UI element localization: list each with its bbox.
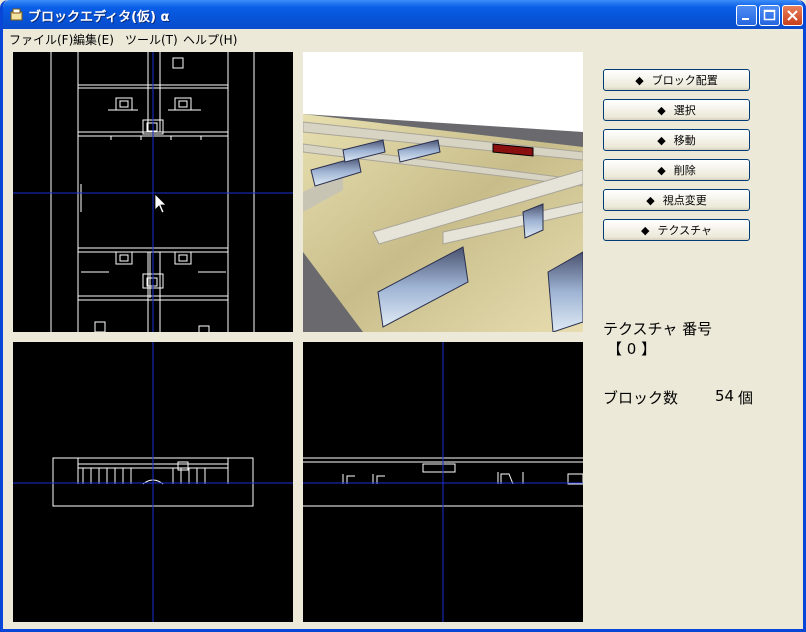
perspective-scene (303, 114, 583, 332)
select-button[interactable]: ◆ 選択 (603, 99, 750, 121)
close-button[interactable] (782, 5, 803, 26)
viewpoint-change-button[interactable]: ◆ 視点変更 (603, 189, 750, 211)
perspective-view-viewport[interactable] (303, 52, 583, 332)
close-icon (787, 10, 798, 21)
texture-label: テクスチャ (657, 224, 713, 237)
block-count-value: 54 (715, 387, 735, 405)
diamond-icon: ◆ (657, 133, 666, 147)
texture-number-value: 【 0 】 (607, 340, 657, 358)
texture-number-label: テクスチャ 番号 (603, 320, 713, 338)
window-title: ブロックエディタ(仮) α (28, 10, 170, 25)
menu-bar: ファイル(F) 編集(E) ツール(T) ヘルプ(H) (3, 29, 803, 49)
diamond-icon: ◆ (657, 103, 666, 117)
menu-edit[interactable]: 編集(E) (73, 31, 114, 48)
side-view-wireframe (303, 342, 583, 622)
front-view-viewport[interactable] (13, 342, 293, 622)
minimize-button[interactable] (736, 5, 757, 26)
move-label: 移動 (673, 134, 696, 147)
block-place-button[interactable]: ◆ ブロック配置 (603, 69, 750, 91)
minimize-icon (742, 18, 749, 20)
menu-help[interactable]: ヘルプ(H) (183, 31, 237, 48)
diamond-icon: ◆ (657, 163, 666, 177)
side-view-viewport[interactable] (303, 342, 583, 622)
maximize-icon (763, 9, 776, 21)
title-bar[interactable]: ブロックエディタ(仮) α (3, 0, 803, 29)
front-view-wireframe (13, 342, 293, 622)
texture-button[interactable]: ◆ テクスチャ (603, 219, 750, 241)
diamond-icon: ◆ (635, 73, 644, 87)
top-view-viewport[interactable] (13, 52, 293, 332)
diamond-icon: ◆ (646, 193, 655, 207)
move-button[interactable]: ◆ 移動 (603, 129, 750, 151)
maximize-button[interactable] (759, 5, 780, 26)
top-view-wireframe (13, 52, 293, 332)
delete-label: 削除 (673, 164, 696, 177)
app-window: ブロックエディタ(仮) α ファイル(F) 編集(E) ツール(T) ヘルプ(H… (0, 0, 806, 632)
block-count-label: ブロック数 (603, 389, 679, 407)
mouse-cursor-icon (154, 193, 167, 214)
select-label: 選択 (673, 104, 696, 117)
block-count-unit: 個 (738, 389, 754, 407)
menu-file[interactable]: ファイル(F) (9, 31, 73, 48)
delete-button[interactable]: ◆ 削除 (603, 159, 750, 181)
block-place-label: ブロック配置 (651, 74, 718, 87)
menu-tools[interactable]: ツール(T) (125, 31, 178, 48)
app-icon (10, 8, 23, 21)
diamond-icon: ◆ (640, 223, 650, 237)
viewpoint-change-label: 視点変更 (662, 194, 707, 207)
